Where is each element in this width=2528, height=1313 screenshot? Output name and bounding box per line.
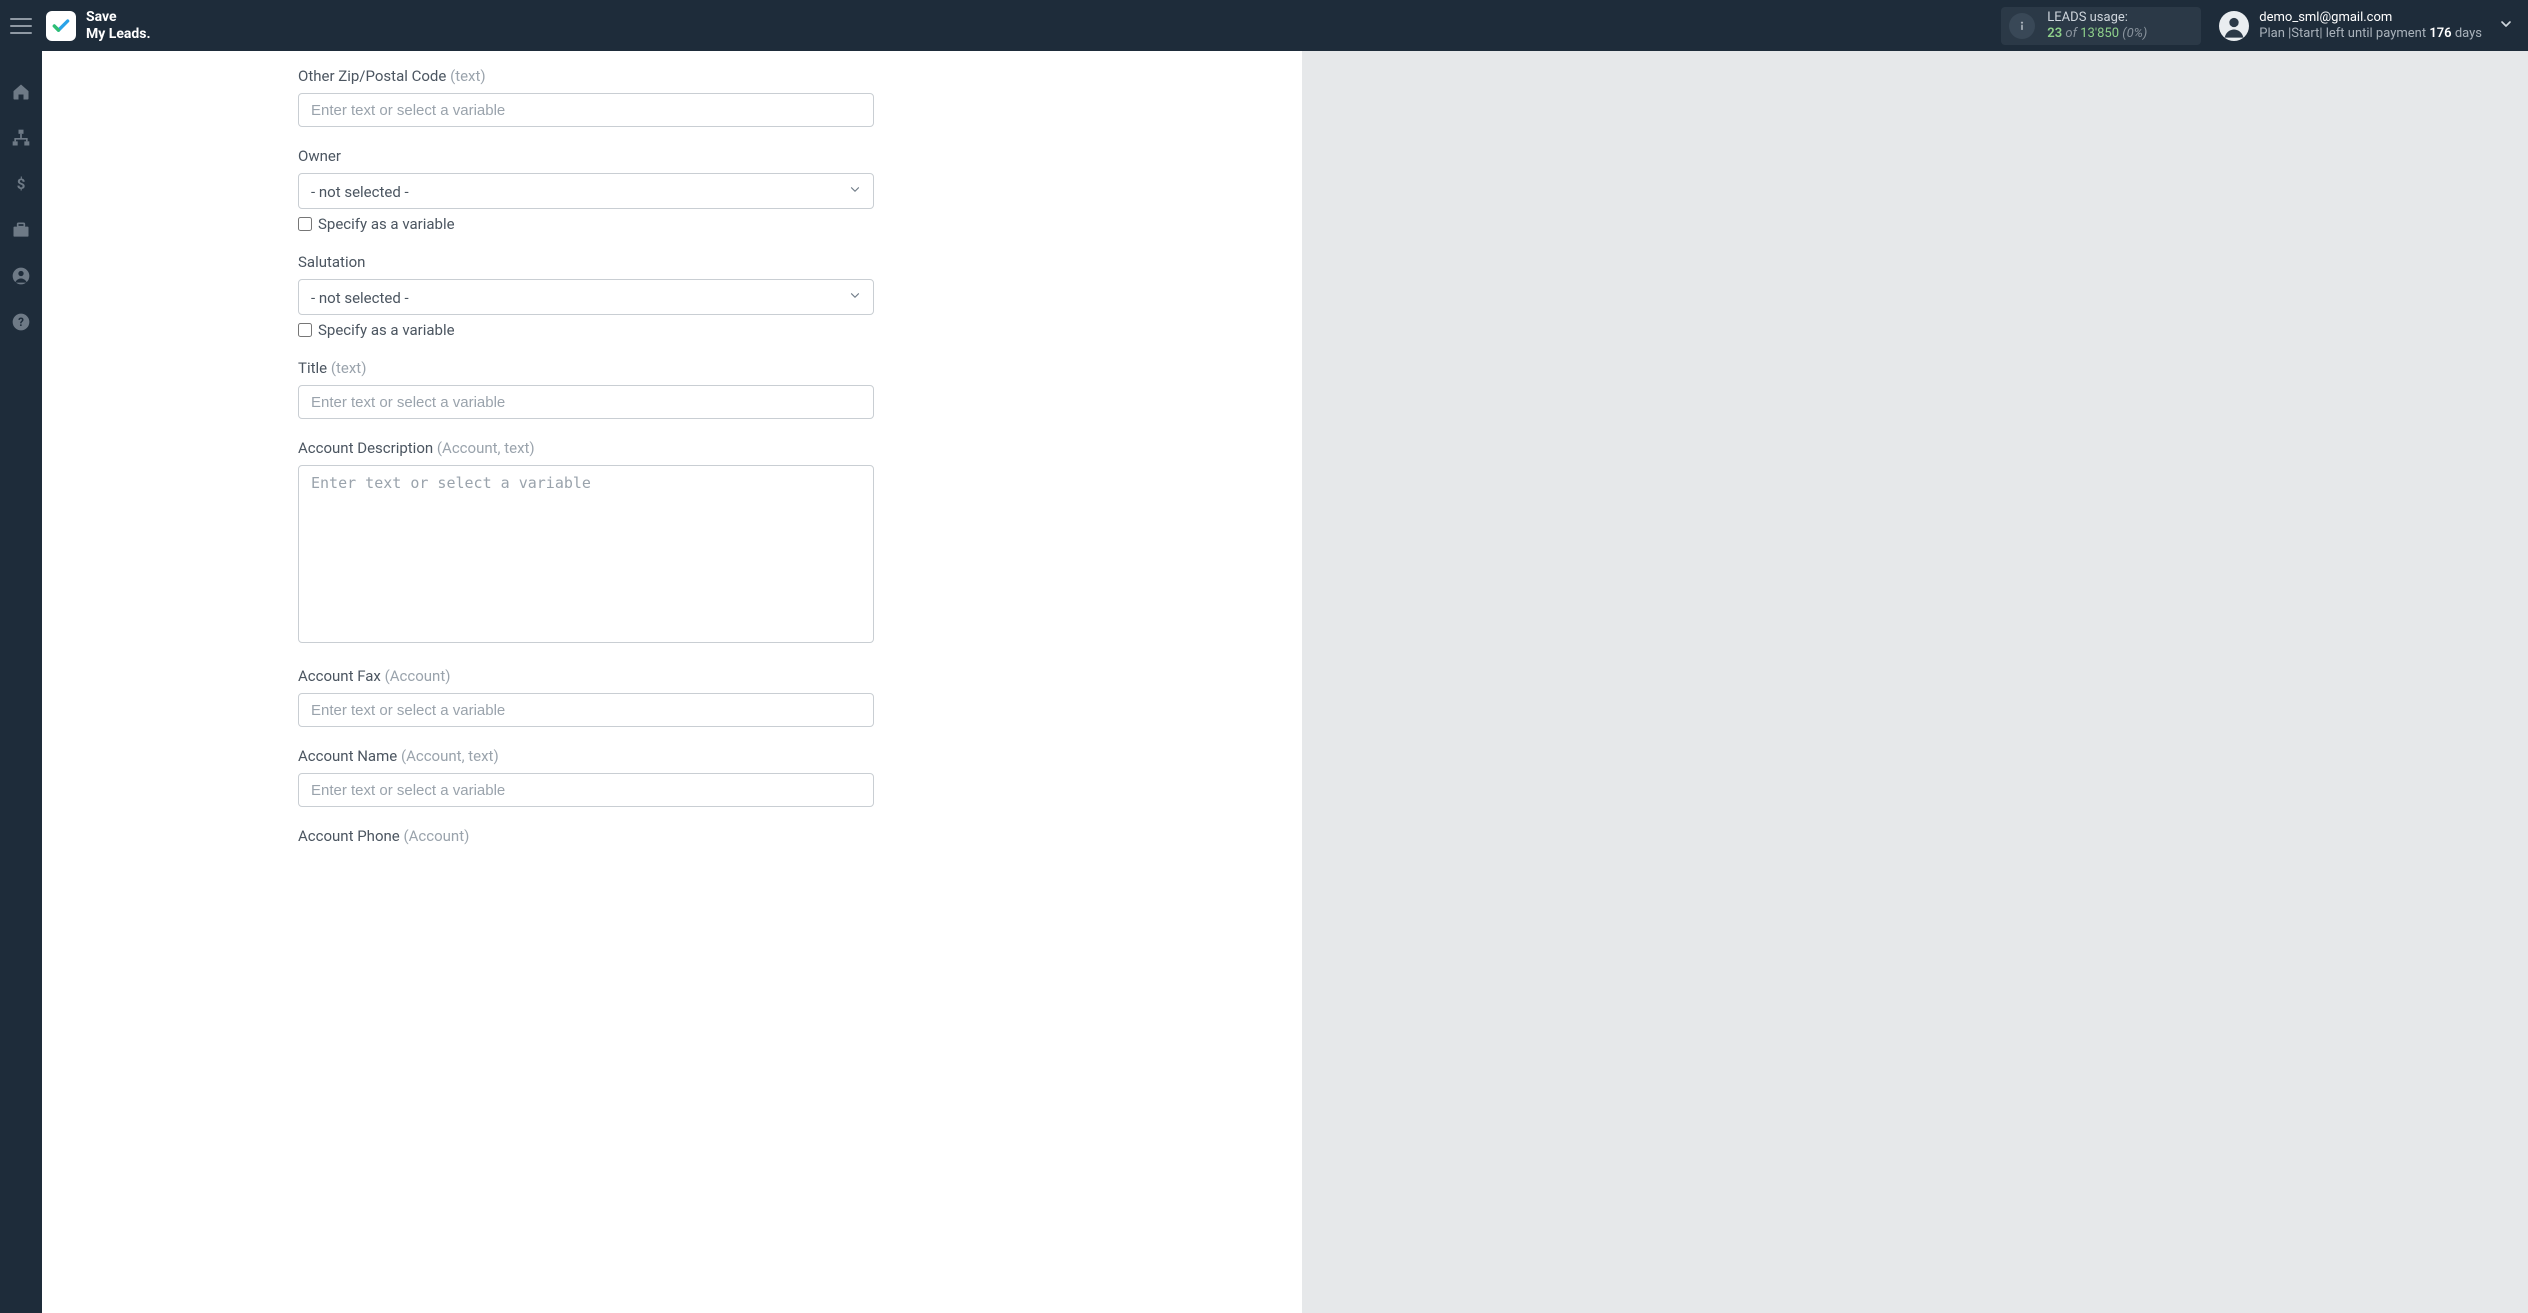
label-account-fax: Account Fax (Account) [298,667,874,685]
input-title[interactable] [298,385,874,419]
label-account-description: Account Description (Account, text) [298,439,874,457]
label-salutation: Salutation [298,253,874,271]
chevron-down-icon [2498,16,2514,32]
owner-variable-label: Specify as a variable [318,215,455,233]
plan-prefix: Plan |Start| left until payment [2259,26,2429,41]
home-icon [11,82,31,102]
label-other-zip-hint: (text) [450,67,486,85]
label-title-text: Title [298,359,327,377]
owner-variable-checkbox[interactable] [298,217,312,231]
sidebar-item-home[interactable] [10,81,32,103]
plan-days: 176 [2429,26,2451,41]
label-account-description-hint: (Account, text) [437,439,535,457]
sidebar-item-help[interactable]: ? [10,311,32,333]
label-other-zip: Other Zip/Postal Code (text) [298,67,874,85]
usage-text: LEADS usage: 23 of 13'850 (0%) [2047,10,2147,41]
label-title: Title (text) [298,359,874,377]
menu-toggle-icon[interactable] [10,18,32,34]
label-other-zip-text: Other Zip/Postal Code [298,67,446,85]
select-owner[interactable]: - not selected - [298,173,874,209]
usage-label: LEADS usage: [2047,10,2147,26]
usage-total: 13'850 [2080,26,2119,41]
usage-count: 23 [2047,26,2062,41]
label-owner: Owner [298,147,874,165]
usage-of: of [2065,26,2077,41]
sidebar-item-billing[interactable]: $ [10,173,32,195]
user-meta: demo_sml@gmail.com Plan |Start| left unt… [2259,10,2482,41]
svg-text:$: $ [17,175,26,193]
sidebar-item-briefcase[interactable] [10,219,32,241]
user-email: demo_sml@gmail.com [2259,10,2482,26]
svg-text:?: ? [18,315,24,329]
briefcase-icon [11,220,31,240]
label-account-phone-hint: (Account) [403,827,469,845]
field-account-description: Account Description (Account, text) [298,439,874,647]
brand-line1: Save [86,9,151,25]
sitemap-icon [11,128,31,148]
owner-variable-row[interactable]: Specify as a variable [298,215,874,233]
user-block[interactable]: demo_sml@gmail.com Plan |Start| left unt… [2219,10,2482,41]
select-owner-value: - not selected - [298,173,874,209]
label-account-name-text: Account Name [298,747,397,765]
check-icon [51,16,71,36]
plan-suffix: days [2452,26,2482,41]
brand-line2: My Leads. [86,26,151,42]
label-title-hint: (text) [331,359,367,377]
info-icon [2009,13,2035,39]
sidebar-item-connections[interactable] [10,127,32,149]
sidebar: $ ? [0,51,42,1313]
avatar-icon [2219,11,2249,41]
field-owner: Owner - not selected - Specify as a vari… [298,147,874,233]
user-circle-icon [11,266,31,286]
field-account-name: Account Name (Account, text) [298,747,874,807]
label-account-name: Account Name (Account, text) [298,747,874,765]
select-salutation[interactable]: - not selected - [298,279,874,315]
form-area: Other Zip/Postal Code (text) Owner - not… [298,67,874,845]
field-account-phone: Account Phone (Account) [298,827,874,845]
field-title: Title (text) [298,359,874,419]
form-card: Other Zip/Postal Code (text) Owner - not… [42,51,1302,1313]
field-account-fax: Account Fax (Account) [298,667,874,727]
sidebar-item-account[interactable] [10,265,32,287]
label-account-name-hint: (Account, text) [401,747,499,765]
field-other-zip: Other Zip/Postal Code (text) [298,67,874,127]
user-menu-caret[interactable] [2482,16,2514,36]
label-account-phone-text: Account Phone [298,827,400,845]
label-account-fax-text: Account Fax [298,667,381,685]
label-account-phone: Account Phone (Account) [298,827,874,845]
select-salutation-value: - not selected - [298,279,874,315]
textarea-account-description[interactable] [298,465,874,643]
input-account-fax[interactable] [298,693,874,727]
input-other-zip[interactable] [298,93,874,127]
salutation-variable-row[interactable]: Specify as a variable [298,321,874,339]
label-account-description-text: Account Description [298,439,433,457]
app-brand: Save My Leads. [86,9,151,41]
page: Other Zip/Postal Code (text) Owner - not… [42,51,2528,1313]
salutation-variable-checkbox[interactable] [298,323,312,337]
question-circle-icon: ? [11,312,31,332]
input-account-name[interactable] [298,773,874,807]
salutation-variable-label: Specify as a variable [318,321,455,339]
user-plan: Plan |Start| left until payment 176 days [2259,26,2482,42]
topbar: Save My Leads. LEADS usage: 23 of 13'850… [0,0,2528,51]
usage-pct: (0%) [2122,26,2147,41]
dollar-icon: $ [11,174,31,194]
leads-usage-box[interactable]: LEADS usage: 23 of 13'850 (0%) [2001,7,2201,45]
app-logo[interactable] [46,11,76,41]
field-salutation: Salutation - not selected - Specify as a… [298,253,874,339]
label-account-fax-hint: (Account) [385,667,451,685]
